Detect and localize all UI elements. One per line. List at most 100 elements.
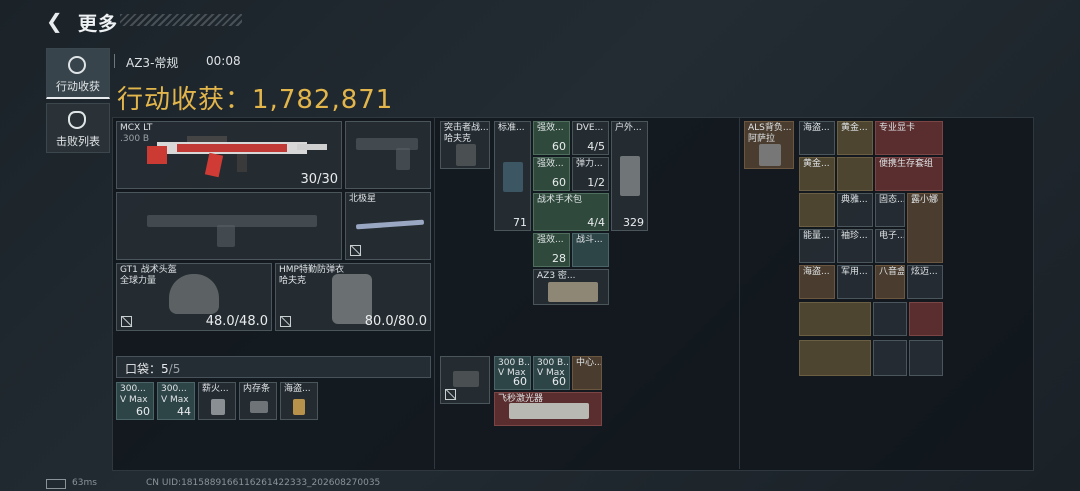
case-icon xyxy=(453,371,479,387)
armor-brand: 哈夫克 xyxy=(279,276,307,286)
loot-item[interactable]: 黄金... xyxy=(799,157,835,191)
item-icon xyxy=(293,399,305,415)
armor-durability: 80.0/80.0 xyxy=(364,314,427,329)
tab-harvest[interactable]: 行动收获 xyxy=(46,48,110,99)
laser-device-icon xyxy=(509,403,589,419)
backpack-item[interactable]: 户外... 329 xyxy=(611,121,648,231)
item-icon xyxy=(503,162,523,192)
loot-bag-slot[interactable]: ALS背负... 阿萨拉 xyxy=(744,121,794,169)
uid: CN UID:1815889166116261422333_2026082700… xyxy=(146,478,381,488)
loot-item[interactable]: 能量... xyxy=(799,229,835,263)
back-button[interactable]: ❮ xyxy=(46,10,66,32)
pocket-header: 口袋：5/5 xyxy=(116,356,431,378)
rig-icon xyxy=(456,144,476,166)
case-item[interactable]: 300 B... V Max 60 xyxy=(533,356,570,390)
loot-item[interactable]: 炫迈... xyxy=(907,265,943,299)
harvest-amount: 1,782,871 xyxy=(252,85,394,115)
loot-item[interactable]: 八音盒 xyxy=(875,265,905,299)
loot-item[interactable]: 典雅... xyxy=(837,193,873,227)
loot-item xyxy=(799,340,871,376)
battery-icon xyxy=(46,479,66,489)
loot-item[interactable]: 海盗... xyxy=(799,265,835,299)
helmet-icon xyxy=(169,274,219,314)
no-durability-icon xyxy=(280,316,291,327)
backpack-icon xyxy=(759,144,781,166)
no-durability-icon xyxy=(350,245,361,256)
helmet-brand: 全球力量 xyxy=(120,276,157,286)
primary-weapon-ammo-type: .300 B xyxy=(120,134,150,144)
tab-kill-list[interactable]: 击败列表 xyxy=(46,103,110,153)
sidearm-slot[interactable] xyxy=(345,121,431,189)
pocket-used: 5 xyxy=(161,362,169,376)
loot-item[interactable]: 军用... xyxy=(837,265,873,299)
loot-item[interactable]: 电子... xyxy=(875,229,905,263)
match-time: 00:08 xyxy=(206,54,241,68)
helmet-durability: 48.0/48.0 xyxy=(205,314,268,329)
page-title: 更多 xyxy=(78,13,119,35)
loot-item[interactable]: 黄金... xyxy=(837,121,873,155)
no-durability-icon xyxy=(445,389,456,400)
primary-weapon-ammo: 30/30 xyxy=(300,172,338,187)
secondary-weapon-slot[interactable] xyxy=(116,192,342,260)
pistol-grip-icon xyxy=(396,148,410,170)
loot-item xyxy=(873,302,907,336)
backpack-item[interactable]: 战斗... xyxy=(572,233,609,267)
harvest-label: 行动收获： xyxy=(117,85,253,115)
panel-divider xyxy=(434,117,435,469)
loot-item xyxy=(799,302,871,336)
backpack-item[interactable]: 强效... 60 xyxy=(533,157,570,191)
armor-slot[interactable]: HMP特勤防弹衣 哈夫克 80.0/80.0 xyxy=(275,263,431,331)
panel-divider xyxy=(739,117,740,469)
backpack-item[interactable]: DVE... 4/5 xyxy=(572,121,609,155)
pocket-item[interactable]: 内存条 xyxy=(239,382,277,420)
tab-harvest-label: 行动收获 xyxy=(56,80,100,93)
backpack-item[interactable]: 强效... 28 xyxy=(533,233,570,267)
ram-icon xyxy=(250,401,268,413)
loot-item[interactable]: 袖珍... xyxy=(837,229,873,263)
backpack-item[interactable]: 战术手术包 4/4 xyxy=(533,193,609,231)
loot-item[interactable]: 专业显卡 xyxy=(875,121,943,155)
loot-item xyxy=(873,340,907,376)
status-bar: 63ms CN UID:1815889166116261422333_20260… xyxy=(0,478,1080,491)
no-durability-icon xyxy=(121,316,132,327)
loot-item[interactable]: 露小娜 xyxy=(907,193,943,263)
melee-slot[interactable]: 北极星 xyxy=(345,192,431,260)
backpack-item[interactable]: 强效... 60 xyxy=(533,121,570,155)
case-item[interactable]: 飞秒激光器 xyxy=(494,392,602,426)
helmet-name: GT1 战术头盔 xyxy=(120,265,177,275)
loot-item xyxy=(837,157,873,191)
match-mode: AZ3-常规 xyxy=(126,56,179,70)
pocket-item[interactable]: 海盗... xyxy=(280,382,318,420)
skull-icon xyxy=(68,111,86,129)
harvest-value: 行动收获：1,782,871 xyxy=(117,79,393,116)
chest-rig-slot[interactable]: 突击者战... 哈夫克 xyxy=(440,121,490,169)
backpack-item[interactable]: 弹力... 1/2 xyxy=(572,157,609,191)
loot-item[interactable]: 便携生存套组 xyxy=(875,157,943,191)
rifle-grip-icon xyxy=(217,225,235,247)
case-slot[interactable] xyxy=(440,356,490,404)
loot-item[interactable]: 固态... xyxy=(875,193,905,227)
ping: 63ms xyxy=(72,478,97,488)
backpack-item[interactable]: 标准... 71 xyxy=(494,121,531,231)
loot-item xyxy=(909,340,943,376)
primary-weapon-slot[interactable]: MCX LT .300 B 30/30 xyxy=(116,121,342,189)
backpack-item[interactable]: AZ3 密... xyxy=(533,269,609,305)
tab-kill-list-label: 击败列表 xyxy=(56,135,100,148)
chevron-left-icon: ❮ xyxy=(46,9,63,33)
knife-icon xyxy=(355,219,425,230)
pocket-item[interactable]: 300... V Max 44 xyxy=(157,382,195,420)
pocket-item[interactable]: 薪火... xyxy=(198,382,236,420)
loot-item[interactable]: 海盗... xyxy=(799,121,835,155)
loot-item xyxy=(799,193,835,227)
pocket-label: 口袋：5/5 xyxy=(125,362,181,376)
target-icon xyxy=(68,56,86,74)
pocket-item[interactable]: 300... V Max 60 xyxy=(116,382,154,420)
case-item[interactable]: 300 B... V Max 60 xyxy=(494,356,531,390)
pocket-total: /5 xyxy=(168,362,181,376)
meta-divider xyxy=(114,54,115,68)
item-icon xyxy=(211,399,225,415)
loot-item xyxy=(909,302,943,336)
case-item[interactable]: 中心... xyxy=(572,356,602,390)
title-decoration xyxy=(120,14,242,26)
helmet-slot[interactable]: GT1 战术头盔 全球力量 48.0/48.0 xyxy=(116,263,272,331)
